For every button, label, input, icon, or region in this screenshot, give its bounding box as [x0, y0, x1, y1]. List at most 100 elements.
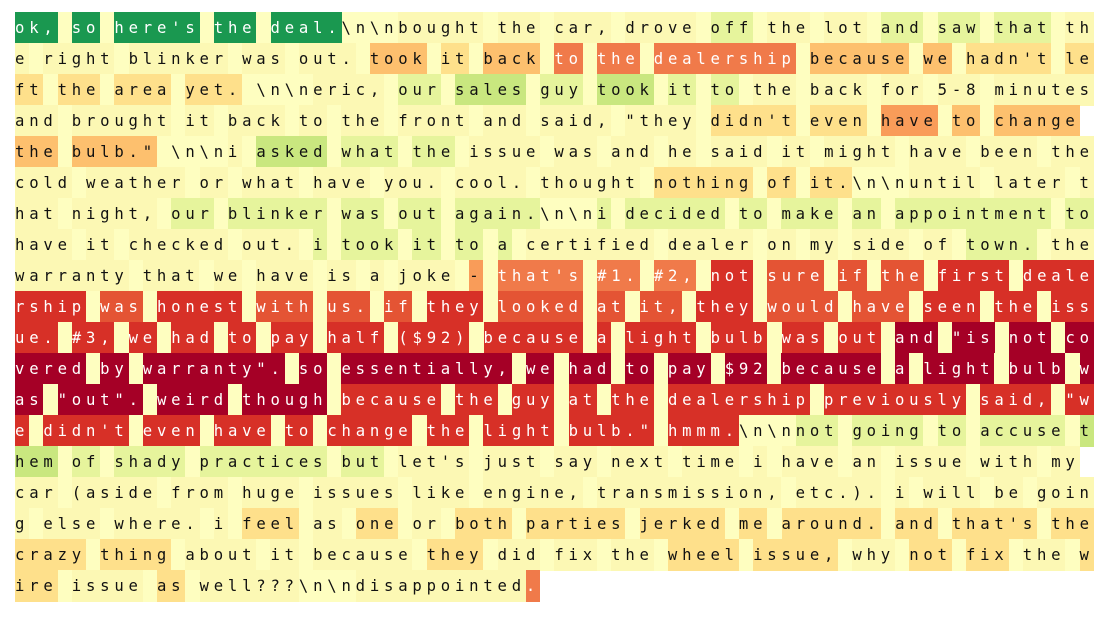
- token: [128, 415, 143, 447]
- token: an: [852, 198, 881, 230]
- token: essentially: [341, 353, 498, 385]
- token: [795, 229, 810, 261]
- token: [980, 74, 995, 106]
- token: shady: [114, 446, 186, 478]
- token: [426, 43, 441, 75]
- token: ': [767, 105, 782, 137]
- token: cold: [15, 167, 72, 199]
- token: [611, 353, 626, 385]
- token: [384, 74, 399, 106]
- token: and: [483, 105, 526, 137]
- token: .: [838, 477, 853, 509]
- token: our: [171, 198, 214, 230]
- token: \n\n: [738, 415, 796, 447]
- token: light: [483, 415, 555, 447]
- token: [412, 291, 427, 323]
- token: he: [667, 136, 697, 168]
- token: warranty: [15, 260, 129, 292]
- token: [71, 229, 86, 261]
- token: ,: [142, 198, 157, 230]
- token: as: [313, 508, 342, 540]
- token: [57, 570, 72, 602]
- token: [923, 12, 938, 44]
- token: [100, 508, 115, 540]
- token: let: [398, 446, 441, 478]
- token: what: [341, 136, 399, 168]
- token: [1065, 167, 1080, 199]
- token: bought: [398, 12, 484, 44]
- token: .: [1022, 229, 1038, 261]
- token: guy: [511, 384, 555, 416]
- token: did: [497, 539, 541, 571]
- token: [1065, 415, 1080, 447]
- token: [469, 43, 484, 75]
- token: .: [426, 167, 441, 199]
- token: have: [313, 167, 370, 199]
- token: [242, 74, 257, 106]
- token: [57, 198, 72, 230]
- token: [412, 539, 427, 571]
- token: [994, 322, 1009, 354]
- token: we: [213, 260, 243, 292]
- token: [525, 167, 541, 199]
- token: have: [909, 136, 967, 168]
- token: ,: [682, 260, 697, 292]
- token: [511, 508, 527, 540]
- token: [767, 322, 782, 354]
- token: [937, 322, 952, 354]
- token: .: [525, 570, 541, 602]
- token: the: [1022, 539, 1066, 571]
- token: the: [426, 415, 470, 447]
- token: [284, 353, 299, 385]
- token: it: [440, 43, 470, 75]
- token: engine: [483, 477, 569, 509]
- token: will: [923, 477, 981, 509]
- token: to: [951, 105, 981, 137]
- token: [582, 43, 597, 75]
- token: [880, 322, 896, 354]
- token: [696, 12, 711, 44]
- token: [156, 136, 172, 168]
- token: [582, 291, 597, 323]
- token: [227, 43, 243, 75]
- token: [469, 477, 484, 509]
- token: [142, 384, 157, 416]
- token: cool: [455, 167, 512, 199]
- token: [880, 508, 896, 540]
- token: [696, 105, 711, 137]
- token: [795, 43, 810, 75]
- token: [895, 539, 910, 571]
- token: time: [682, 446, 739, 478]
- token: [384, 322, 399, 354]
- token: [57, 446, 72, 478]
- token: might: [824, 136, 896, 168]
- token: [696, 260, 711, 292]
- token: [909, 43, 924, 75]
- token: said: [710, 136, 768, 168]
- token: aside: [85, 477, 157, 509]
- token: [313, 260, 328, 292]
- token: [327, 353, 342, 385]
- token: bulb: [710, 322, 768, 354]
- token: [951, 539, 966, 571]
- token: [256, 12, 271, 44]
- token: out: [242, 229, 285, 261]
- token: $92: [412, 322, 456, 354]
- token: saw: [937, 12, 981, 44]
- token: ': [440, 446, 455, 478]
- token: dealership: [653, 43, 796, 75]
- token: [185, 167, 200, 199]
- token: was: [341, 198, 385, 230]
- token: 5: [937, 74, 952, 106]
- token: looked: [497, 291, 583, 323]
- token: ,: [667, 291, 683, 323]
- token: until: [909, 167, 981, 199]
- token: [582, 260, 597, 292]
- token: [540, 43, 555, 75]
- token: first: [937, 260, 1009, 292]
- token: .: [838, 167, 853, 199]
- token: [753, 229, 768, 261]
- token: lot: [824, 12, 867, 44]
- token: it: [270, 539, 299, 571]
- token: [1036, 446, 1052, 478]
